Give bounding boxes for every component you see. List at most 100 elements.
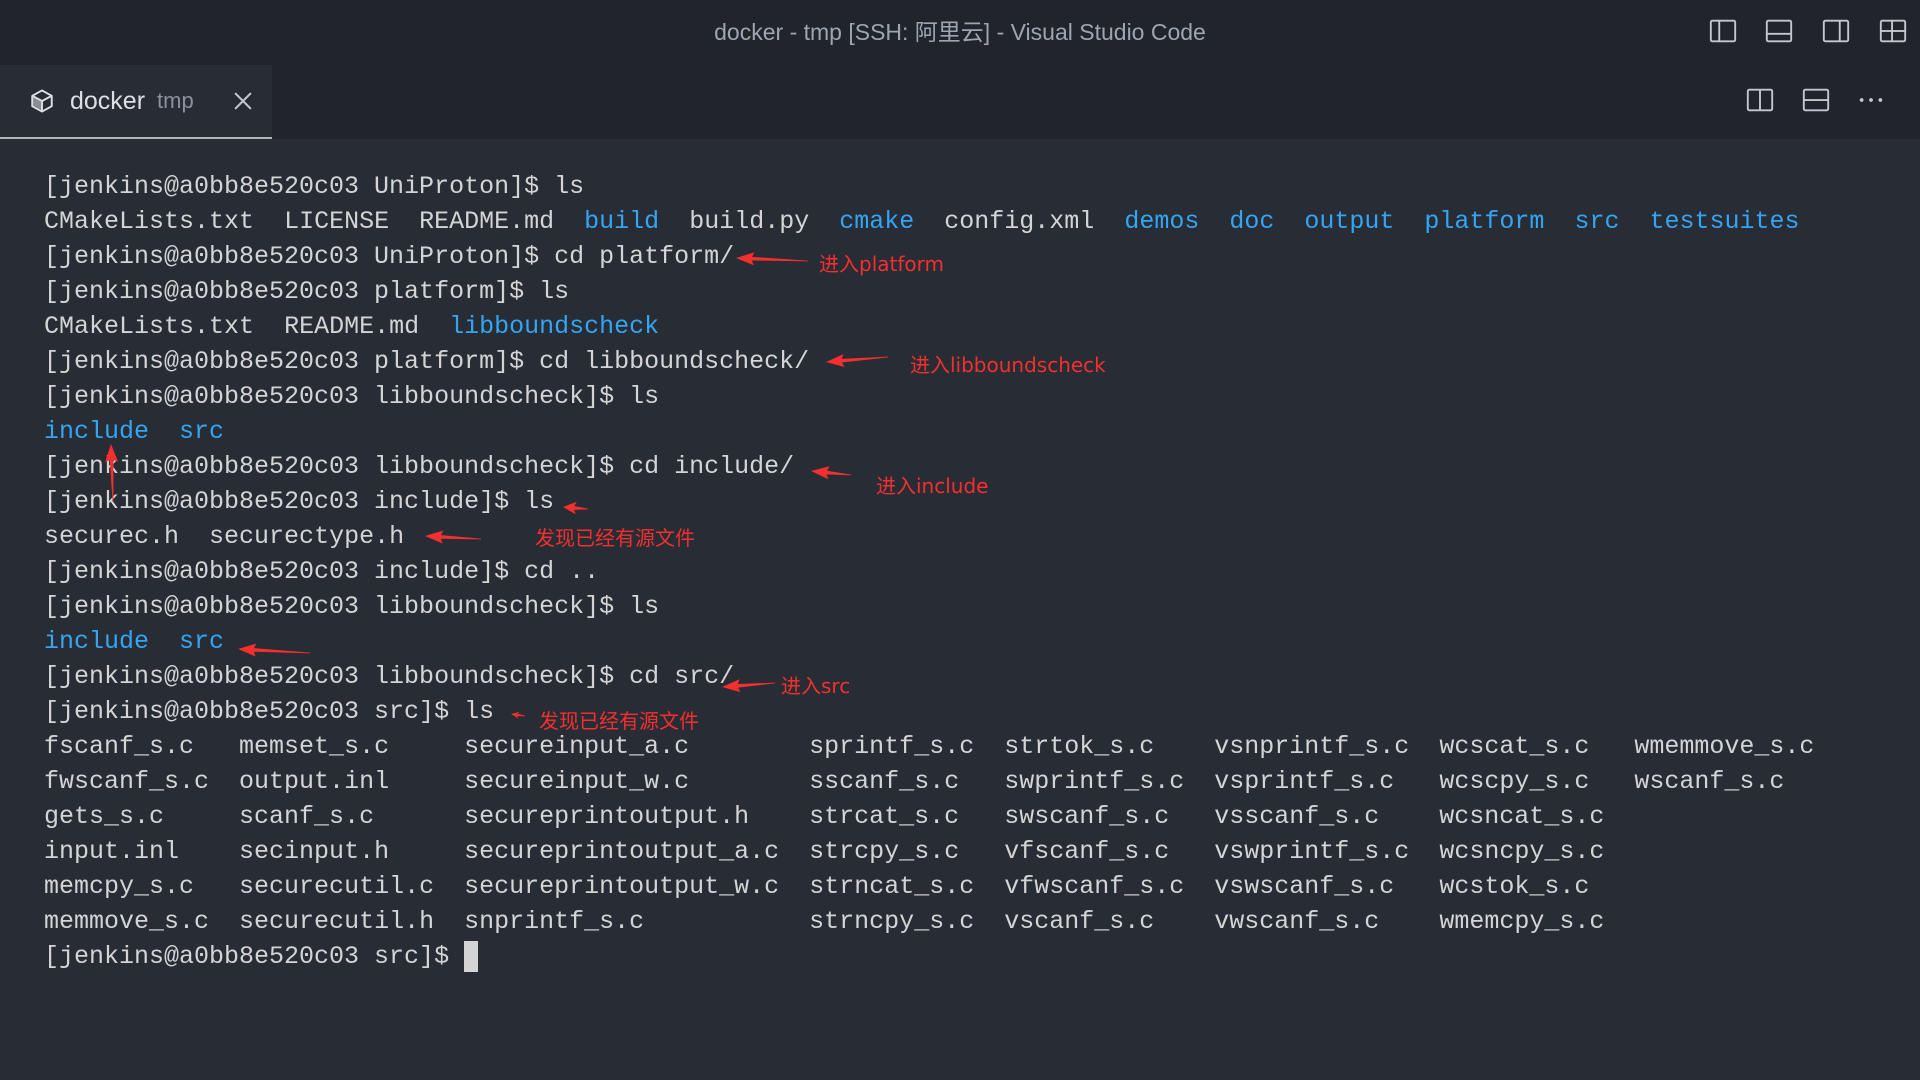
terminal-command: [jenkins@a0bb8e520c03 libboundscheck]$ c… [44,452,795,481]
toggle-secondary-sidebar-icon [1822,19,1850,43]
file-entry: swprintf_s.c [1004,767,1185,796]
file-entry: sprintf_s.c [809,732,975,761]
terminal-command: [jenkins@a0bb8e520c03 libboundscheck]$ l… [44,382,660,411]
file-entry: fwscanf_s.c [44,767,210,796]
directory-entry: libboundscheck [449,312,660,341]
terminal-output[interactable]: [jenkins@a0bb8e520c03 UniProton]$ ls CMak… [0,139,1920,1080]
terminal-line: memmove_s.c securecutil.h snprintf_s.c s… [44,904,1920,939]
file-entry: vscanf_s.c [1004,907,1155,936]
file-entry: wcscpy_s.c [1439,767,1590,796]
split-editor-down-button[interactable] [1799,83,1833,117]
editor-tab-bar: docker tmp [0,65,1920,139]
toggle-primary-sidebar-button[interactable] [1706,14,1740,48]
window-title: docker - tmp [SSH: 阿里云] - Visual Studio … [714,19,1206,45]
split-editor-right-button[interactable] [1743,83,1777,117]
terminal-line: include src [44,414,1920,449]
directory-entry: include [44,627,150,656]
terminal-line: securec.h securectype.h [44,519,1920,554]
file-entry: strncpy_s.c [809,907,975,936]
terminal-line: memcpy_s.c securecutil.c secureprintoutp… [44,869,1920,904]
file-entry: output.inl [239,767,390,796]
terminal-command: [jenkins@a0bb8e520c03 libboundscheck]$ c… [44,662,735,691]
terminal-line: gets_s.c scanf_s.c secureprintoutput.h s… [44,799,1920,834]
file-entry: strcat_s.c [809,802,960,831]
directory-entry: src [179,627,225,656]
terminal-line: [jenkins@a0bb8e520c03 libboundscheck]$ c… [44,449,1920,484]
file-entry: fscanf_s.c [44,732,195,761]
tab-label: docker [70,86,146,115]
file-entry: vfwscanf_s.c [1004,872,1185,901]
directory-entry: platform [1424,207,1545,236]
file-entry: secureinput_a.c [464,732,690,761]
file-entry: swscanf_s.c [1004,802,1170,831]
file-entry: wmemcpy_s.c [1439,907,1605,936]
terminal-command: [jenkins@a0bb8e520c03 UniProton]$ ls [44,172,585,201]
file-entry: securecutil.h [239,907,435,936]
terminal-line: [jenkins@a0bb8e520c03 include]$ cd .. [44,554,1920,589]
split-editor-right-icon [1746,88,1774,112]
terminal-line: [jenkins@a0bb8e520c03 UniProton]$ ls [44,169,1920,204]
terminal-line: input.inl secinput.h secureprintoutput_a… [44,834,1920,869]
file-entry: memset_s.c [239,732,390,761]
package-icon [29,88,55,114]
toggle-panel-button[interactable] [1762,14,1796,48]
file-entry: wcscat_s.c [1439,732,1590,761]
directory-entry: include [44,417,150,446]
file-entry: vswscanf_s.c [1214,872,1395,901]
file-entry: wscanf_s.c [1634,767,1785,796]
file-entry: README.md [284,312,420,341]
file-entry: wcstok_s.c [1439,872,1590,901]
file-entry: wcsncpy_s.c [1439,837,1605,866]
file-entry: sscanf_s.c [809,767,960,796]
file-entry: secureprintoutput.h [464,802,750,831]
customize-layout-icon [1879,19,1907,43]
file-entry: securectype.h [209,522,405,551]
file-entry: build.py [689,207,810,236]
tab-close-button[interactable] [228,86,258,116]
directory-entry: doc [1229,207,1275,236]
file-entry: secureprintoutput_w.c [464,872,780,901]
tab-docker-terminal[interactable]: docker tmp [0,65,272,139]
file-entry: README.md [419,207,555,236]
terminal-line: [jenkins@a0bb8e520c03 platform]$ cd libb… [44,344,1920,379]
split-editor-down-icon [1802,88,1830,112]
directory-entry: testsuites [1649,207,1800,236]
terminal-command: [jenkins@a0bb8e520c03 include]$ ls [44,487,555,516]
file-entry: wmemmove_s.c [1634,732,1815,761]
file-entry: secureinput_w.c [464,767,690,796]
terminal-line: [jenkins@a0bb8e520c03 libboundscheck]$ c… [44,659,1920,694]
file-entry: CMakeLists.txt [44,207,255,236]
file-entry: vsprintf_s.c [1214,767,1395,796]
file-entry: config.xml [944,207,1095,236]
directory-entry: demos [1124,207,1200,236]
title-bar: docker - tmp [SSH: 阿里云] - Visual Studio … [0,0,1920,65]
more-actions-button[interactable] [1854,83,1888,117]
terminal-line: fwscanf_s.c output.inl secureinput_w.c s… [44,764,1920,799]
terminal-cursor [464,941,479,972]
terminal-command: [jenkins@a0bb8e520c03 platform]$ cd libb… [44,347,810,376]
file-entry: vwscanf_s.c [1214,907,1380,936]
tab-description: tmp [157,88,194,113]
file-entry: securecutil.c [239,872,435,901]
terminal-line: [jenkins@a0bb8e520c03 src]$ [44,939,1920,974]
terminal-line: CMakeLists.txt LICENSE README.md build b… [44,204,1920,239]
toggle-secondary-sidebar-button[interactable] [1819,14,1853,48]
terminal-line: [jenkins@a0bb8e520c03 UniProton]$ cd pla… [44,239,1920,274]
file-entry: secinput.h [239,837,390,866]
terminal-line: [jenkins@a0bb8e520c03 platform]$ ls [44,274,1920,309]
terminal-line: [jenkins@a0bb8e520c03 libboundscheck]$ l… [44,379,1920,414]
terminal-command: [jenkins@a0bb8e520c03 include]$ cd .. [44,557,600,586]
terminal-command: [jenkins@a0bb8e520c03 src]$ ls [44,697,495,726]
terminal-command: [jenkins@a0bb8e520c03 src]$ [44,942,450,971]
file-entry: scanf_s.c [239,802,375,831]
directory-entry: src [179,417,225,446]
customize-layout-button[interactable] [1876,14,1910,48]
terminal-line: [jenkins@a0bb8e520c03 include]$ ls [44,484,1920,519]
directory-entry: cmake [839,207,915,236]
toggle-primary-sidebar-icon [1709,19,1737,43]
file-entry: strncat_s.c [809,872,975,901]
terminal-command: [jenkins@a0bb8e520c03 platform]$ ls [44,277,570,306]
file-entry: wcsncat_s.c [1439,802,1605,831]
toggle-panel-icon [1765,19,1793,43]
file-entry: LICENSE [284,207,390,236]
